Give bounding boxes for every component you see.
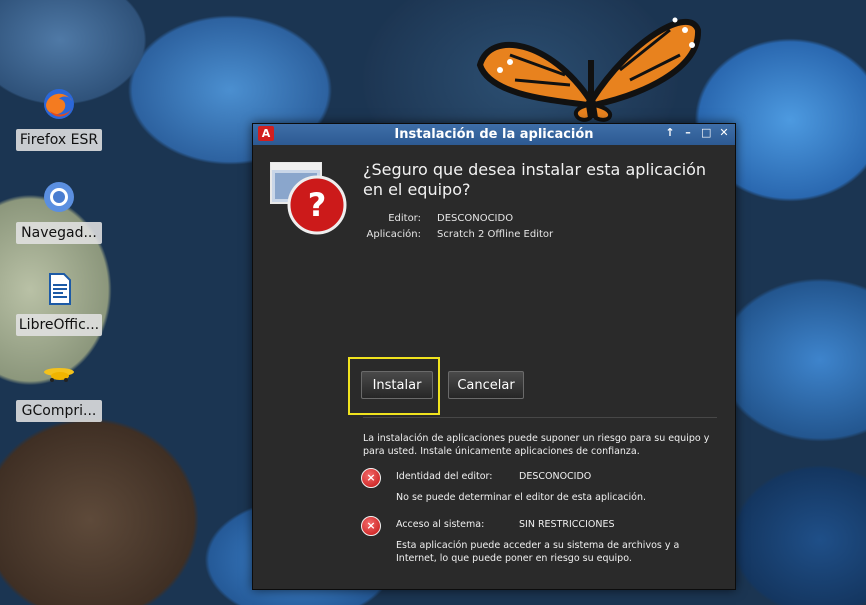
gcompris-icon [44,368,74,382]
desktop-icon-label: GCompri... [16,400,102,422]
desktop-icon-libreoffice[interactable]: LibreOffic... [16,272,102,336]
divider [363,417,717,418]
install-question: ¿Seguro que desea instalar esta aplicaci… [363,160,707,199]
desktop-icon-gcompris[interactable]: GCompri... [16,358,102,422]
editor-label: Editor: [388,213,421,224]
firefox-icon [44,89,74,119]
dialog-title: Instalación de la aplicación [394,127,594,142]
identity-value: DESCONOCIDO [519,471,592,482]
libreoffice-writer-icon [49,273,71,305]
desktop-icon-label: LibreOffic... [16,314,102,336]
desktop-icon-browser[interactable]: Navegad... [16,180,102,244]
shade-up-icon[interactable]: ↑ [665,126,675,139]
minimize-icon[interactable]: – [683,126,693,139]
install-question-icon: ? [270,162,347,235]
identity-desc: No se puede determinar el editor de esta… [396,492,647,503]
desktop-icon-label: Firefox ESR [16,129,102,151]
application-value: Scratch 2 Offline Editor [437,229,554,240]
question-mark: ? [308,186,327,224]
dialog-titlebar[interactable]: A Instalación de la aplicación ↑ – □ ✕ [253,124,735,145]
maximize-icon[interactable]: □ [701,126,711,139]
install-button[interactable]: Instalar [361,371,433,399]
cancel-button[interactable]: Cancelar [448,371,524,399]
warning-x-icon: × [361,516,381,536]
desktop-icon-label: Navegad... [16,222,102,244]
butterfly-wallpaper [476,17,702,122]
identity-label: Identidad del editor: [396,471,493,482]
access-desc: Esta aplicación puede acceder a su siste… [396,540,680,564]
access-label: Acceso al sistema: [396,519,485,530]
desktop-icon-firefox[interactable]: Firefox ESR [16,87,102,151]
risk-warning: La instalación de aplicaciones puede sup… [363,433,710,457]
close-icon[interactable]: ✕ [719,126,729,139]
chromium-icon [44,182,74,212]
air-app-icon: A [258,126,274,141]
warning-x-icon: × [361,468,381,488]
access-value: SIN RESTRICCIONES [519,519,615,530]
install-dialog: A Instalación de la aplicación ↑ – □ ✕ ?… [252,123,736,590]
editor-value: DESCONOCIDO [437,213,514,224]
application-label: Aplicación: [366,229,421,240]
